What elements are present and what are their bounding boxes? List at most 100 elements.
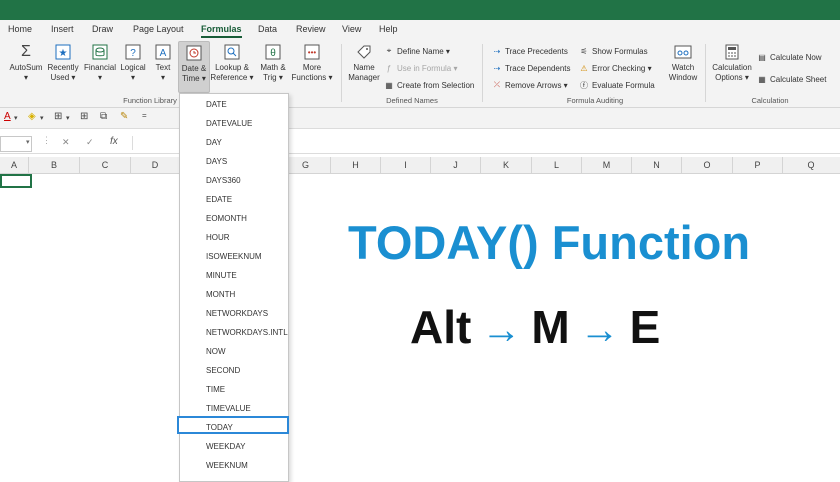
menu-item-isoweeknum[interactable]: ISOWEEKNUM xyxy=(206,252,262,261)
trace-precedents-button[interactable]: ⇢ Trace Precedents xyxy=(492,46,568,56)
column-header[interactable]: L xyxy=(532,157,582,173)
menu-item-days360[interactable]: DAYS360 xyxy=(206,176,241,185)
svg-text:?: ? xyxy=(130,48,136,59)
function-library-group-label: Function Library xyxy=(123,96,177,105)
math-label-2: Trig ▾ xyxy=(263,73,283,82)
shortcut-sequence: Alt → M → E xyxy=(410,300,660,354)
menu-item-edate[interactable]: EDATE xyxy=(206,195,232,204)
menu-item-weeknum[interactable]: WEEKNUM xyxy=(206,461,248,470)
evaluate-formula-icon: ⓕ xyxy=(580,80,588,90)
menu-item-minute[interactable]: MINUTE xyxy=(206,271,237,280)
chevron-down-icon[interactable]: ▾ xyxy=(40,114,44,122)
fill-color-icon[interactable]: ◈ xyxy=(28,111,36,122)
calculate-sheet-button[interactable]: ▦ Calculate Sheet xyxy=(757,74,826,84)
grid-icon[interactable]: ⊞ xyxy=(80,111,88,122)
font-color-icon[interactable]: A xyxy=(4,111,11,122)
menu-item-networkdays[interactable]: NETWORKDAYS xyxy=(206,309,268,318)
tab-formulas[interactable]: Formulas xyxy=(201,24,242,38)
tab-help[interactable]: Help xyxy=(379,24,398,34)
trace-dependents-button[interactable]: ⇢ Trace Dependents xyxy=(492,63,571,73)
recently-used-label: Recently xyxy=(47,63,79,72)
math-trig-button[interactable]: θ Math & Trig ▾ xyxy=(253,43,293,83)
column-header[interactable]: C xyxy=(80,157,131,173)
clock-icon xyxy=(185,44,203,62)
menu-item-hour[interactable]: HOUR xyxy=(206,233,230,242)
menu-item-weekday[interactable]: WEEKDAY xyxy=(206,442,245,451)
customize-toolbar-icon[interactable]: = xyxy=(142,111,147,120)
quick-format-toolbar: A ▾ ◈ ▾ ⊞ ▾ ⊞ ⧉ ✎ = xyxy=(0,108,840,129)
column-header[interactable]: P xyxy=(733,157,783,173)
calculate-now-icon: ▤ xyxy=(758,52,766,62)
evaluate-formula-button[interactable]: ⓕ Evaluate Formula xyxy=(579,80,655,90)
tab-draw[interactable]: Draw xyxy=(92,24,113,34)
column-header[interactable]: D xyxy=(131,157,180,173)
column-header[interactable]: B xyxy=(29,157,80,173)
column-header[interactable]: H xyxy=(331,157,381,173)
menu-item-time[interactable]: TIME xyxy=(206,385,225,394)
tab-page-layout[interactable]: Page Layout xyxy=(133,24,184,34)
lookup-reference-button[interactable]: Lookup & Reference ▾ xyxy=(209,43,255,83)
theta-icon: θ xyxy=(264,43,282,61)
menu-item-day[interactable]: DAY xyxy=(206,138,222,147)
column-header[interactable]: O xyxy=(682,157,733,173)
define-name-button[interactable]: ⌖ Define Name ▾ xyxy=(384,46,450,56)
menu-item-datevalue[interactable]: DATEVALUE xyxy=(206,119,252,128)
column-header[interactable]: M xyxy=(582,157,632,173)
formula-small-icon: ƒ xyxy=(386,63,392,73)
calculation-label: Calculation xyxy=(712,63,752,72)
tab-insert[interactable]: Insert xyxy=(51,24,74,34)
column-header[interactable]: J xyxy=(431,157,481,173)
show-formulas-button[interactable]: ⚟ Show Formulas xyxy=(579,46,647,56)
error-checking-button[interactable]: ⚠ Error Checking ▾ xyxy=(579,63,651,73)
format-painter-icon[interactable]: ✎ xyxy=(120,111,128,122)
text-button[interactable]: A Text ▾ xyxy=(143,43,183,83)
column-header[interactable]: I xyxy=(381,157,431,173)
name-manager-label: Name xyxy=(353,63,375,72)
menu-item-eomonth[interactable]: EOMONTH xyxy=(206,214,247,223)
chevron-down-icon[interactable]: ▾ xyxy=(66,114,70,122)
column-header[interactable]: A xyxy=(0,157,29,173)
more-functions-button[interactable]: ••• More Functions ▾ xyxy=(290,43,334,83)
menu-item-timevalue[interactable]: TIMEVALUE xyxy=(206,404,251,413)
merge-icon[interactable]: ⧉ xyxy=(100,111,107,122)
ribbon: Σ AutoSum ▾ ★ Recently Used ▾ Financial … xyxy=(0,40,840,108)
calculator-icon xyxy=(723,43,741,61)
borders-icon[interactable]: ⊞ xyxy=(54,111,62,122)
tab-review[interactable]: Review xyxy=(296,24,326,34)
insert-function-icon[interactable]: fx xyxy=(110,136,118,147)
shortcut-key: E xyxy=(629,301,661,353)
use-in-formula-button[interactable]: ƒ Use in Formula ▾ xyxy=(384,63,458,73)
text-caret: ▾ xyxy=(160,73,165,82)
question-icon: ? xyxy=(124,43,142,61)
remove-arrows-button[interactable]: ⤫ Remove Arrows ▾ xyxy=(492,80,568,90)
calculation-options-button[interactable]: Calculation Options ▾ xyxy=(710,43,754,83)
cancel-icon[interactable]: ✕ xyxy=(62,137,70,148)
menu-item-month[interactable]: MONTH xyxy=(206,290,235,299)
tab-view[interactable]: View xyxy=(342,24,361,34)
chevron-down-icon[interactable]: ▾ xyxy=(14,114,18,122)
menu-item-now[interactable]: NOW xyxy=(206,347,226,356)
column-header[interactable]: K xyxy=(481,157,532,173)
column-header[interactable]: Q xyxy=(783,157,839,173)
menu-item-second[interactable]: SECOND xyxy=(206,366,240,375)
create-from-selection-button[interactable]: ▦ Create from Selection xyxy=(384,80,474,90)
autosum-button[interactable]: Σ AutoSum ▾ xyxy=(6,43,46,83)
tab-data[interactable]: Data xyxy=(258,24,277,34)
tab-home[interactable]: Home xyxy=(8,24,32,34)
title-bar xyxy=(0,0,840,20)
calculate-now-button[interactable]: ▤ Calculate Now xyxy=(757,52,821,62)
menu-item-days[interactable]: DAYS xyxy=(206,157,227,166)
menu-item-networkdays-intl[interactable]: NETWORKDAYS.INTL xyxy=(206,328,288,337)
chevron-down-icon[interactable]: ▾ xyxy=(26,138,30,146)
watch-window-button[interactable]: Watch Window xyxy=(664,43,702,83)
name-manager-button[interactable]: Name Manager xyxy=(345,43,383,83)
enter-icon[interactable]: ✓ xyxy=(86,137,94,148)
menu-item-today[interactable]: TODAY xyxy=(206,423,233,432)
use-in-formula-label: Use in Formula ▾ xyxy=(397,63,458,73)
date-time-button[interactable]: Date & Time ▾ xyxy=(178,41,210,93)
recently-used-button[interactable]: ★ Recently Used ▾ xyxy=(43,43,83,83)
menu-item-date[interactable]: DATE xyxy=(206,100,227,109)
date-time-label-2: Time ▾ xyxy=(182,74,206,83)
active-cell[interactable] xyxy=(0,174,32,188)
column-header[interactable]: N xyxy=(632,157,682,173)
